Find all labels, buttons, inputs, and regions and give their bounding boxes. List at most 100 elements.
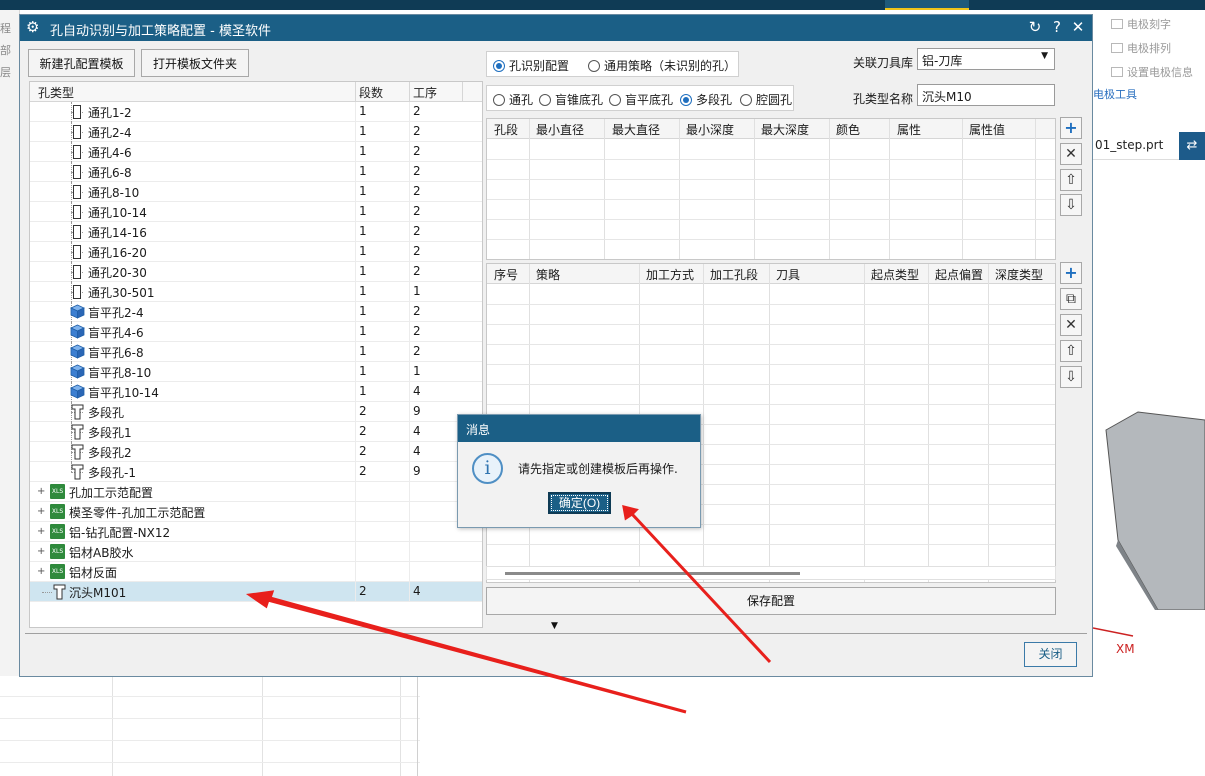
expand-plus-icon[interactable]: + [37,526,45,537]
file-tab[interactable]: 01_step.prt ⇄ [1093,132,1205,160]
tool-library-select[interactable]: 铝-刀库 ▼ [917,48,1055,70]
radio-unchecked-icon [539,94,551,106]
tree-row[interactable]: + XLS 铝-钻孔配置-NX12 [30,522,482,542]
message-titlebar[interactable]: 消息 [458,415,700,442]
expand-plus-icon[interactable]: + [37,566,45,577]
radio-cavity-round-hole[interactable]: 腔圆孔 [740,91,792,108]
switch-window-icon[interactable]: ⇄ [1179,132,1205,160]
tool-electrode-engrave[interactable]: 电极刻字 [1111,16,1171,32]
collapse-down-icon[interactable]: ▼ [551,621,558,631]
radio-blind-cone-hole[interactable]: 盲锥底孔 [539,91,603,108]
blind-hole-cube-icon [70,304,85,319]
tree-row[interactable]: 通孔10-14 1 2 [30,202,482,222]
tree-row[interactable]: 盲平孔6-8 1 2 [30,342,482,362]
3d-part-plate [1105,411,1205,610]
tree-row[interactable]: 多段孔1 2 4 [30,422,482,442]
tree-row[interactable]: 通孔2-4 1 2 [30,122,482,142]
ok-button[interactable]: 确定(O) [548,492,611,514]
close-icon[interactable]: ✕ [1068,17,1088,37]
expand-plus-icon[interactable]: + [37,486,45,497]
refresh-icon[interactable]: ↻ [1025,17,1045,37]
scrollbar-thumb[interactable] [505,572,800,575]
tree-row[interactable]: 沉头M101 2 4 [30,582,482,602]
tree-row[interactable]: 多段孔2 2 4 [30,442,482,462]
radio-blind-flat-hole[interactable]: 盲平底孔 [609,91,673,108]
segment-column-2[interactable]: 最大直径 [612,121,660,138]
delete-strategy-button[interactable]: ✕ [1060,314,1082,336]
radio-through-hole[interactable]: 通孔 [493,91,533,108]
xls-file-icon: XLS [50,544,65,559]
tree-row[interactable]: 通孔16-20 1 2 [30,242,482,262]
tree-row[interactable]: 盲平孔4-6 1 2 [30,322,482,342]
tool-electrode-info[interactable]: 设置电极信息 [1111,64,1193,80]
copy-strategy-button[interactable]: ⧉ [1060,288,1082,310]
segment-column-0[interactable]: 孔段 [494,121,518,138]
save-config-button[interactable]: 保存配置 [486,587,1056,615]
add-segment-button[interactable]: + [1060,117,1082,139]
tree-row[interactable]: + XLS 孔加工示范配置 [30,482,482,502]
add-strategy-button[interactable]: + [1060,262,1082,284]
electrode-tools-tab[interactable]: 电极工具 [1093,86,1137,102]
tree-row[interactable]: 通孔30-501 1 1 [30,282,482,302]
segment-grid[interactable]: 孔段 最小直径 最大直径 最小深度 最大深度 颜色 属性 属性值 [486,118,1056,260]
segment-column-5[interactable]: 颜色 [836,121,860,138]
segment-column-3[interactable]: 最小深度 [686,121,734,138]
move-strategy-down-button[interactable]: ⇩ [1060,366,1082,388]
tree-row[interactable]: 通孔4-6 1 2 [30,142,482,162]
strategy-column-6[interactable]: 起点偏置 [935,266,983,283]
strategy-column-0[interactable]: 序号 [494,266,518,283]
segment-column-4[interactable]: 最大深度 [761,121,809,138]
tree-row[interactable]: 通孔14-16 1 2 [30,222,482,242]
delete-segment-button[interactable]: ✕ [1060,143,1082,165]
strategy-column-7[interactable]: 深度类型 [995,266,1043,283]
tree-row[interactable]: 通孔1-2 1 2 [30,102,482,122]
strategy-column-4[interactable]: 刀具 [776,266,800,283]
column-hole-type[interactable]: 孔类型 [38,84,74,101]
tree-row-processes: 1 [413,364,421,378]
column-processes[interactable]: 工序 [413,84,437,101]
active-ribbon-tab[interactable] [885,0,969,10]
tree-row[interactable]: 盲平孔10-14 1 4 [30,382,482,402]
tree-row[interactable]: 通孔6-8 1 2 [30,162,482,182]
tree-row[interactable]: + XLS 铝材反面 [30,562,482,582]
radio-multi-step-hole[interactable]: 多段孔 [680,91,732,108]
tree-row-label: 通孔8-10 [88,186,140,200]
tree-row[interactable]: + XLS 模圣零件-孔加工示范配置 [30,502,482,522]
tool-electrode-arrange[interactable]: 电极排列 [1111,40,1171,56]
radio-generic-strategy[interactable]: 通用策略（未识别的孔） [588,57,736,74]
step-hole-icon [71,404,84,420]
segment-column-6[interactable]: 属性 [897,121,921,138]
hole-type-name-input[interactable]: 沉头M10 [917,84,1055,106]
radio-hole-recognition[interactable]: 孔识别配置 [493,57,569,74]
tree-row[interactable]: 多段孔-1 2 9 [30,462,482,482]
tree-row[interactable]: 盲平孔2-4 1 2 [30,302,482,322]
panel-splitter[interactable] [25,633,1087,634]
help-icon[interactable]: ? [1047,17,1067,37]
tree-row[interactable]: 通孔20-30 1 2 [30,262,482,282]
tree-row-processes: 2 [413,264,421,278]
new-template-button[interactable]: 新建孔配置模板 [28,49,135,77]
expand-plus-icon[interactable]: + [37,546,45,557]
tree-row-label: 盲平孔10-14 [88,386,159,400]
move-segment-down-button[interactable]: ⇩ [1060,194,1082,216]
segment-column-1[interactable]: 最小直径 [536,121,584,138]
open-template-folder-button[interactable]: 打开模板文件夹 [141,49,249,77]
tree-row-label: 通孔6-8 [88,166,132,180]
expand-plus-icon[interactable]: + [37,506,45,517]
segment-column-7[interactable]: 属性值 [969,121,1005,138]
dialog-titlebar[interactable]: ⚙ 孔自动识别与加工策略配置 - 模圣软件 ↻ ? ✕ [20,15,1092,41]
column-segments[interactable]: 段数 [359,84,383,101]
strategy-column-2[interactable]: 加工方式 [646,266,694,283]
hole-type-tree[interactable]: 孔类型 段数 工序 通孔1-2 1 2 通孔2-4 1 2 通孔4-6 1 2 通孔6-8 1 2 通孔… [29,81,483,628]
tree-row[interactable]: 盲平孔8-10 1 1 [30,362,482,382]
strategy-column-5[interactable]: 起点类型 [871,266,919,283]
move-segment-up-button[interactable]: ⇧ [1060,169,1082,191]
tree-row[interactable]: 通孔8-10 1 2 [30,182,482,202]
tree-row[interactable]: 多段孔 2 9 [30,402,482,422]
move-strategy-up-button[interactable]: ⇧ [1060,340,1082,362]
strategy-column-3[interactable]: 加工孔段 [710,266,758,283]
tree-row[interactable]: + XLS 铝材AB胶水 [30,542,482,562]
strategy-column-1[interactable]: 策略 [536,266,560,283]
strategy-horizontal-scrollbar[interactable] [486,566,1056,580]
close-button[interactable]: 关闭 [1024,642,1077,667]
